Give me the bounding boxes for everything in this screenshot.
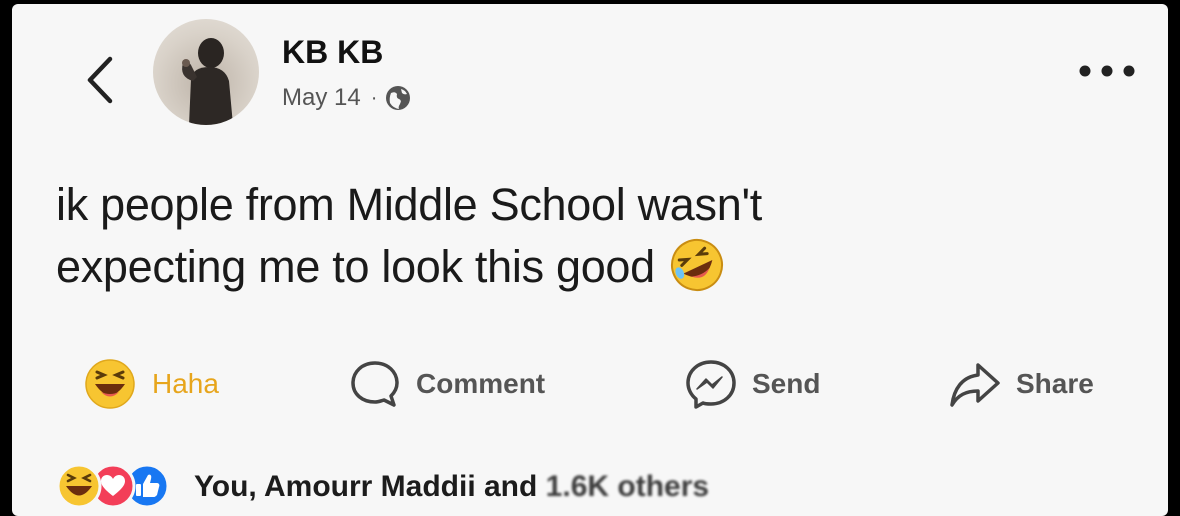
comment-label: Comment [416, 368, 546, 399]
reaction-icons-stack [56, 463, 176, 511]
reactions-summary-text[interactable]: You, Amourr Maddii and 1.6K others [194, 470, 709, 504]
post-actions-bar: Haha Comment Send Share [12, 349, 1168, 419]
post-meta: May 14 · [282, 84, 411, 112]
author-avatar[interactable] [153, 19, 259, 125]
globe-icon [386, 86, 411, 110]
more-horizontal-icon [1079, 65, 1135, 77]
chevron-left-icon [87, 56, 113, 104]
author-name[interactable]: KB KB [282, 34, 383, 71]
share-button[interactable]: Share [948, 349, 1094, 419]
post-text-line-2: expecting me to look this good [56, 236, 1136, 298]
avatar-photo [182, 38, 233, 125]
send-button[interactable]: Send [684, 349, 820, 419]
rolling-on-floor-laughing-icon [670, 239, 723, 292]
post-card: KB KB May 14 · ik people from Middle Sch… [12, 4, 1168, 516]
reactions-summary-row[interactable]: You, Amourr Maddii and 1.6K others [12, 459, 1168, 515]
messenger-icon [686, 360, 736, 409]
post-text: ik people from Middle School wasn't expe… [56, 174, 1136, 298]
comment-bubble-icon [351, 361, 399, 407]
haha-emoji-icon [85, 359, 135, 409]
post-text-line-1: ik people from Middle School wasn't [56, 179, 762, 230]
more-options-button[interactable] [1072, 54, 1142, 88]
reactions-summary-count: 1.6K others [545, 470, 710, 503]
share-arrow-icon [950, 363, 1000, 407]
back-button[interactable] [74, 52, 124, 108]
share-label: Share [1016, 368, 1094, 399]
reactions-summary-names: You, Amourr Maddii and [194, 470, 546, 503]
post-text-line-2-text: expecting me to look this good [56, 241, 655, 292]
post-date[interactable]: May 14 [282, 84, 361, 112]
meta-separator: · [370, 86, 378, 109]
send-label: Send [752, 368, 821, 399]
haha-reaction-icon [56, 463, 102, 509]
comment-button[interactable]: Comment [348, 349, 545, 419]
haha-reaction-button[interactable]: Haha [82, 349, 219, 419]
haha-label: Haha [152, 368, 219, 399]
